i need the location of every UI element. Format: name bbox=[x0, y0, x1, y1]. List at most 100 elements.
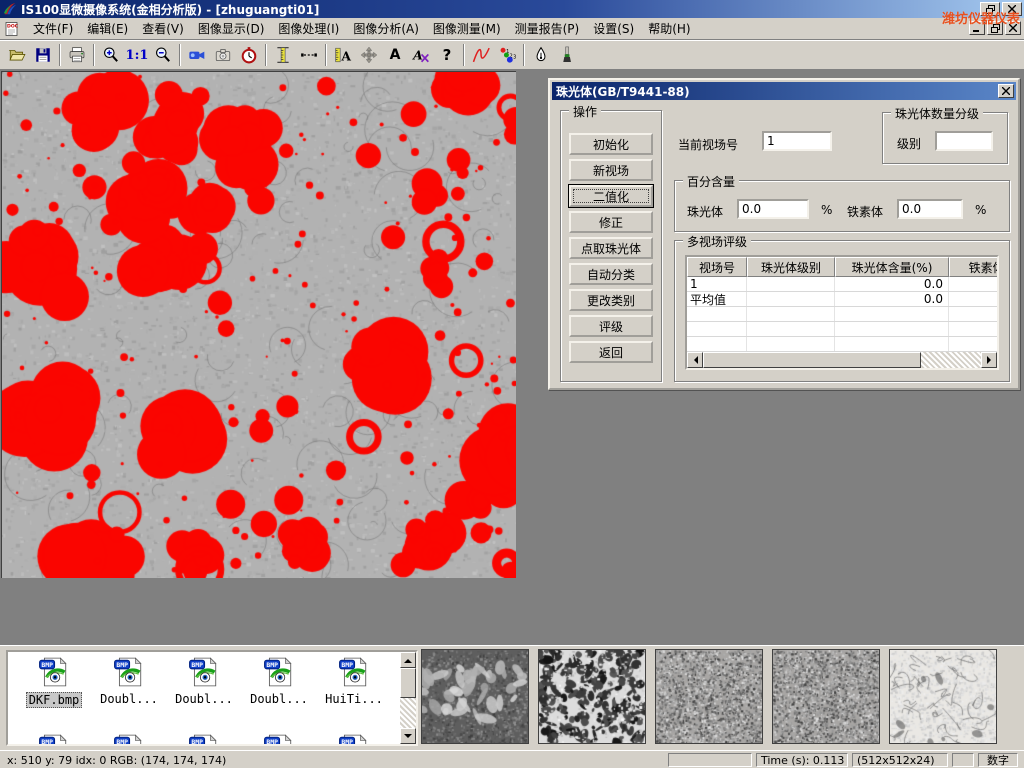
file-item[interactable]: BMPDoubl... bbox=[243, 657, 315, 706]
file-item-partial[interactable]: BMP bbox=[168, 734, 240, 746]
svg-text:BMP: BMP bbox=[41, 738, 53, 746]
snapshot-button[interactable] bbox=[210, 42, 236, 68]
menu-item[interactable]: 查看(V) bbox=[135, 18, 191, 39]
thumbnail-2-contrast[interactable] bbox=[538, 649, 646, 744]
pen-button[interactable] bbox=[528, 42, 554, 68]
file-item[interactable]: BMPDoubl... bbox=[93, 657, 165, 706]
spline-button[interactable] bbox=[468, 42, 494, 68]
metallograph-image[interactable] bbox=[2, 72, 516, 578]
grade-input[interactable] bbox=[935, 131, 993, 151]
toolbar-separator bbox=[59, 44, 61, 66]
move-button[interactable] bbox=[356, 42, 382, 68]
zoom-in-button[interactable] bbox=[98, 42, 124, 68]
table-cell: 1 bbox=[687, 277, 747, 291]
dialog-close-button[interactable] bbox=[998, 84, 1014, 98]
menu-item[interactable]: 编辑(E) bbox=[80, 18, 135, 39]
print-button[interactable] bbox=[64, 42, 90, 68]
table-row[interactable] bbox=[687, 322, 997, 337]
hscroll-left-button[interactable] bbox=[687, 352, 703, 368]
table-column-header[interactable]: 珠光体含量(%) bbox=[835, 257, 949, 277]
current-field-input[interactable] bbox=[762, 131, 832, 151]
vscroll-thumb[interactable] bbox=[400, 668, 416, 698]
menu-item[interactable]: 图像处理(I) bbox=[271, 18, 346, 39]
brush-button[interactable] bbox=[554, 42, 580, 68]
actual-size-label: 1:1 bbox=[126, 48, 149, 63]
hscroll-right-button[interactable] bbox=[981, 352, 997, 368]
close-button[interactable] bbox=[1002, 2, 1022, 16]
caliper-button[interactable] bbox=[270, 42, 296, 68]
op-button-4[interactable]: 修正 bbox=[569, 211, 653, 233]
op-button-label: 修正 bbox=[599, 214, 623, 231]
menu-item[interactable]: 图像显示(D) bbox=[191, 18, 272, 39]
pearlite-input[interactable] bbox=[737, 199, 809, 219]
file-item[interactable]: BMPDoubl... bbox=[168, 657, 240, 706]
svg-text:BMP: BMP bbox=[341, 661, 353, 669]
bottom-panel: BMPDKF.bmpBMPDoubl...BMPDoubl...BMPDoubl… bbox=[0, 645, 1024, 750]
child-close-button[interactable] bbox=[1005, 21, 1021, 35]
hscroll-thumb[interactable] bbox=[703, 352, 921, 368]
menu-item[interactable]: 文件(F) bbox=[26, 18, 80, 39]
menu-item[interactable]: 图像测量(M) bbox=[426, 18, 508, 39]
file-item[interactable]: BMPDKF.bmp bbox=[18, 657, 90, 708]
timer-button[interactable] bbox=[236, 42, 262, 68]
video-capture-button[interactable] bbox=[184, 42, 210, 68]
table-cell bbox=[687, 307, 747, 321]
thumbnail-5-light[interactable] bbox=[889, 649, 997, 744]
dotted-ruler-button[interactable] bbox=[296, 42, 322, 68]
op-button-8[interactable]: 评级 bbox=[569, 315, 653, 337]
rgb-points-button[interactable]: 123 bbox=[494, 42, 520, 68]
op-button-9[interactable]: 返回 bbox=[569, 341, 653, 363]
save-button[interactable] bbox=[30, 42, 56, 68]
table-column-header[interactable]: 珠光体级别 bbox=[747, 257, 835, 277]
file-list-scrollbar[interactable] bbox=[400, 652, 416, 744]
table-column-header[interactable]: 视场号 bbox=[687, 257, 747, 277]
op-button-3[interactable]: 二值化 bbox=[569, 185, 653, 207]
child-restore-button[interactable] bbox=[987, 21, 1003, 35]
table-column-header[interactable]: 铁素体含量(%) bbox=[949, 257, 999, 277]
op-button-6[interactable]: 自动分类 bbox=[569, 263, 653, 285]
vscroll-up-button[interactable] bbox=[400, 652, 416, 668]
bmp-file-icon: BMP bbox=[338, 734, 370, 746]
file-item-partial[interactable]: BMP bbox=[18, 734, 90, 746]
grading-group-label: 珠光体数量分级 bbox=[891, 105, 983, 122]
table-row[interactable] bbox=[687, 337, 997, 352]
table-row[interactable]: 10.0 bbox=[687, 277, 997, 292]
help-button[interactable]: ? bbox=[434, 42, 460, 68]
op-button-5[interactable]: 点取珠光体 bbox=[569, 237, 653, 259]
text-style-button[interactable]: A bbox=[408, 42, 434, 68]
image-frame bbox=[1, 71, 516, 578]
rating-table[interactable]: 视场号珠光体级别珠光体含量(%)铁素体含量(%) 10.0平均值0.0 bbox=[685, 255, 999, 370]
status-bar: x: 510 y: 79 idx: 0 RGB: (174, 174, 174)… bbox=[0, 750, 1024, 768]
vscroll-down-button[interactable] bbox=[400, 728, 416, 744]
op-button-7[interactable]: 更改类别 bbox=[569, 289, 653, 311]
open-button[interactable] bbox=[4, 42, 30, 68]
zoom-out-button[interactable] bbox=[150, 42, 176, 68]
table-row[interactable]: 平均值0.0 bbox=[687, 292, 997, 307]
op-button-1[interactable]: 初始化 bbox=[569, 133, 653, 155]
op-button-2[interactable]: 新视场 bbox=[569, 159, 653, 181]
menu-item[interactable]: 设置(S) bbox=[586, 18, 641, 39]
menu-item[interactable]: 帮助(H) bbox=[641, 18, 697, 39]
text-button[interactable]: A bbox=[382, 42, 408, 68]
thumbnail-3-speckle[interactable] bbox=[655, 649, 763, 744]
child-minimize-button[interactable] bbox=[969, 21, 985, 35]
actual-size-button[interactable]: 1:1 bbox=[124, 42, 150, 68]
file-item-partial[interactable]: BMP bbox=[93, 734, 165, 746]
dialog-title-bar[interactable]: 珠光体(GB/T9441-88) bbox=[552, 82, 1016, 100]
table-hscrollbar[interactable] bbox=[687, 352, 997, 368]
file-name-text: Doubl... bbox=[173, 692, 235, 706]
status-time: Time (s): 0.113 bbox=[756, 753, 848, 767]
menu-item[interactable]: 图像分析(A) bbox=[346, 18, 426, 39]
restore-button[interactable] bbox=[980, 2, 1000, 16]
file-list[interactable]: BMPDKF.bmpBMPDoubl...BMPDoubl...BMPDoubl… bbox=[6, 650, 418, 746]
measure-label-button[interactable]: A bbox=[330, 42, 356, 68]
file-item-partial[interactable]: BMP bbox=[318, 734, 390, 746]
ferrite-input[interactable] bbox=[897, 199, 963, 219]
file-item[interactable]: BMPHuiTi... bbox=[318, 657, 390, 706]
file-item-partial[interactable]: BMP bbox=[243, 734, 315, 746]
operation-group-label: 操作 bbox=[569, 103, 601, 120]
table-row[interactable] bbox=[687, 307, 997, 322]
menu-item[interactable]: 测量报告(P) bbox=[508, 18, 587, 39]
thumbnail-1-dark[interactable] bbox=[421, 649, 529, 744]
thumbnail-4-speckle[interactable] bbox=[772, 649, 880, 744]
